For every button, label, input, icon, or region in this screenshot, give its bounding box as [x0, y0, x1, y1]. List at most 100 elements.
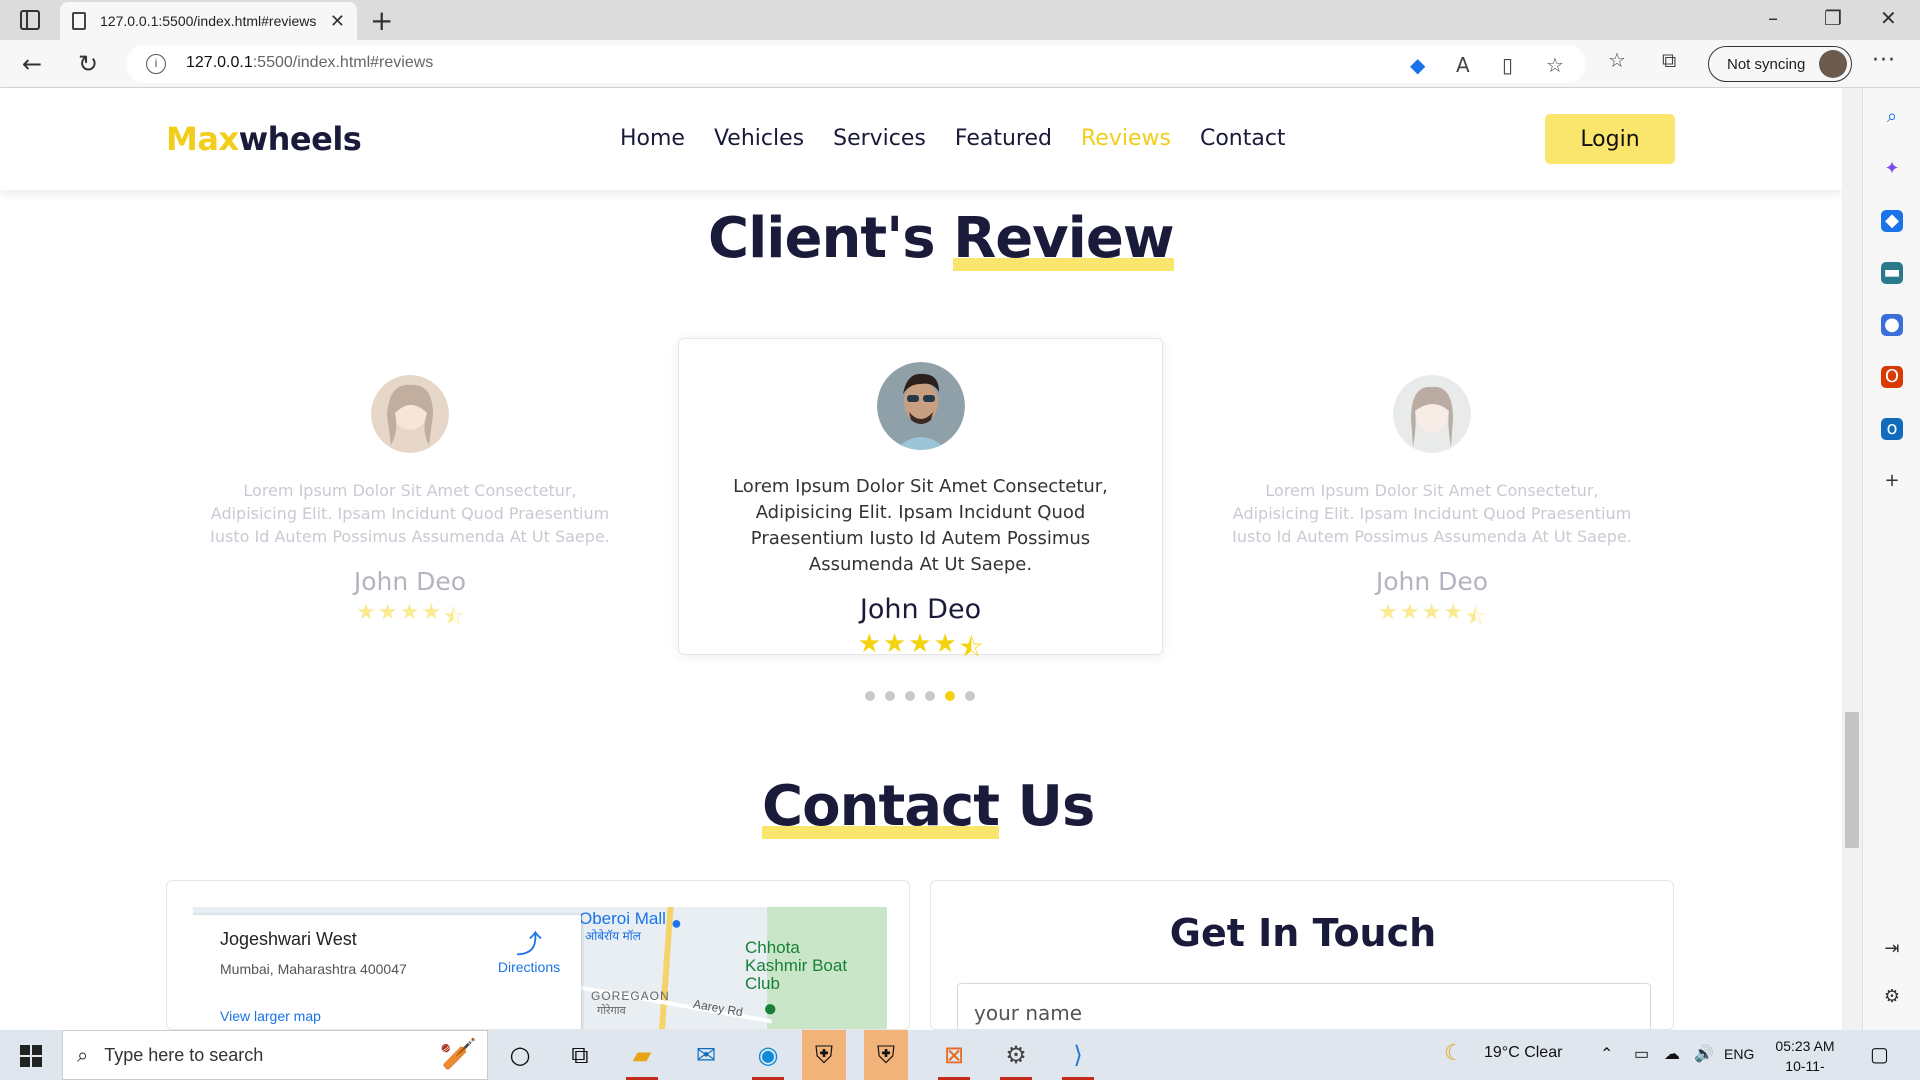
shield-icon[interactable]: ⛨	[864, 1030, 908, 1080]
search-icon[interactable]: ⌕	[1881, 106, 1903, 128]
star-icon: ★	[933, 629, 957, 660]
minimize-icon[interactable]: –	[1768, 6, 1778, 30]
clock-date: 10-11-2022	[1785, 1058, 1825, 1080]
login-button[interactable]: Login	[1545, 114, 1675, 164]
map-poi-mall-local: ओबेरॉय मॉल	[585, 929, 641, 943]
nav-featured[interactable]: Featured	[955, 126, 1052, 151]
refresh-icon[interactable]: ↻	[78, 50, 98, 78]
settings-icon[interactable]: ⚙	[994, 1038, 1038, 1080]
view-larger-map-link[interactable]: View larger map	[220, 1008, 321, 1024]
nav-vehicles[interactable]: Vehicles	[714, 126, 804, 151]
url-field[interactable]: i 127.0.0.1:5500/index.html#reviews ◆ A …	[126, 45, 1586, 83]
woman-avatar	[1393, 375, 1471, 453]
profile-avatar	[1819, 50, 1847, 78]
coupon-tag-icon[interactable]: ◆	[1410, 53, 1425, 77]
shopping-icon[interactable]: ◆	[1881, 210, 1903, 232]
map-pin-icon: ●	[671, 913, 682, 933]
new-tab-icon[interactable]: +	[370, 4, 393, 37]
immersive-reader-icon[interactable]: ▯	[1502, 53, 1513, 77]
browser-tab[interactable]: 127.0.0.1:5500/index.html#reviews ✕	[60, 2, 357, 40]
tray-chevron-icon[interactable]: ⌃	[1600, 1044, 1613, 1064]
taskbar-search[interactable]: ⌕ Type here to search 🏏	[62, 1030, 488, 1080]
carousel-dot[interactable]	[905, 691, 915, 701]
site-logo[interactable]: Maxwheels	[166, 120, 362, 158]
carousel-dot-active[interactable]	[945, 691, 955, 701]
directions-button[interactable]: ⤴ Directions	[489, 929, 569, 975]
weather-text[interactable]: 19°C Clear	[1484, 1044, 1562, 1062]
carousel-dot[interactable]	[965, 691, 975, 701]
hide-sidebar-icon[interactable]: ⇥	[1881, 938, 1903, 960]
main-nav: Home Vehicles Services Featured Reviews …	[620, 126, 1315, 151]
star-icon: ★	[377, 599, 398, 625]
carousel-dot[interactable]	[885, 691, 895, 701]
more-options-icon[interactable]: ···	[1872, 48, 1896, 73]
taskbar-search-placeholder: Type here to search	[104, 1044, 264, 1065]
nav-home[interactable]: Home	[620, 126, 685, 151]
review-text: Lorem Ipsum Dolor Sit Amet Consectetur, …	[210, 481, 610, 547]
onedrive-icon[interactable]: ☁	[1664, 1044, 1680, 1064]
site-header: Maxwheels Home Vehicles Services Feature…	[0, 88, 1842, 190]
carousel-dot[interactable]	[925, 691, 935, 701]
embedded-map[interactable]: Oberoi Mall ओबेरॉय मॉल ● Chhota Kashmir …	[193, 907, 887, 1029]
nav-contact[interactable]: Contact	[1200, 126, 1286, 151]
reviewer-name: John Deo	[859, 594, 982, 626]
weather-icon[interactable]: ☾	[1444, 1040, 1464, 1066]
nav-services[interactable]: Services	[833, 126, 926, 151]
device-icon[interactable]: ▭	[1634, 1044, 1649, 1064]
mail-icon[interactable]: ✉	[684, 1038, 728, 1074]
star-half-icon: ⯪	[1465, 604, 1486, 630]
profile-sync-button[interactable]: Not syncing	[1708, 46, 1852, 82]
directions-label: Directions	[497, 959, 561, 975]
page-scrollbar[interactable]	[1842, 88, 1862, 1030]
star-half-icon: ⯪	[443, 604, 464, 630]
tab-actions-icon[interactable]	[20, 10, 40, 30]
woman-smiling-avatar	[371, 375, 449, 453]
name-input[interactable]	[957, 983, 1651, 1029]
notifications-icon[interactable]: ▢	[1870, 1042, 1889, 1067]
rating-stars: ★ ★ ★ ★ ⯪	[1227, 600, 1637, 638]
tools-icon[interactable]: ▬	[1881, 262, 1903, 284]
file-explorer-icon[interactable]: ▰	[620, 1038, 664, 1080]
windows-start-icon[interactable]	[20, 1045, 42, 1067]
carousel-dot[interactable]	[865, 691, 875, 701]
reviewer-name: John Deo	[353, 566, 467, 596]
xampp-icon[interactable]: ⊠	[932, 1038, 976, 1080]
shield-icon[interactable]: ⛨	[802, 1030, 846, 1080]
cortana-icon[interactable]: ○	[498, 1038, 542, 1074]
star-half-icon: ⯪	[958, 633, 984, 664]
star-icon: ★	[421, 599, 442, 625]
sync-label: Not syncing	[1727, 55, 1806, 73]
read-aloud-icon[interactable]: A	[1456, 53, 1470, 77]
add-favorite-icon[interactable]: ☆	[1546, 53, 1564, 77]
system-clock[interactable]: 05:23 AM 10-11-2022	[1770, 1036, 1840, 1080]
add-icon[interactable]: +	[1881, 470, 1903, 492]
page-scrollbar-thumb[interactable]	[1845, 712, 1859, 848]
address-bar-row: ← ↻ i 127.0.0.1:5500/index.html#reviews …	[0, 40, 1920, 88]
directions-icon: ⤴	[515, 929, 542, 959]
contact-title: Contact Us	[762, 774, 1095, 839]
task-view-icon[interactable]: ⧉	[558, 1038, 602, 1074]
discover-icon[interactable]: ✦	[1881, 158, 1903, 180]
settings-icon[interactable]: ⚙	[1881, 986, 1903, 1008]
collections-icon[interactable]: ⧉	[1662, 48, 1676, 72]
nav-reviews[interactable]: Reviews	[1081, 126, 1171, 151]
get-in-touch-title: Get In Touch	[1169, 911, 1437, 955]
rating-stars: ★ ★ ★ ★ ⯪	[205, 600, 615, 638]
outlook-icon[interactable]: o	[1881, 418, 1903, 440]
edge-browser-icon[interactable]: ◉	[746, 1038, 790, 1080]
close-window-icon[interactable]: ✕	[1880, 6, 1897, 30]
games-icon[interactable]: ●	[1881, 314, 1903, 336]
favorites-icon[interactable]: ☆	[1608, 48, 1626, 72]
review-right: Lorem Ipsum Dolor Sit Amet Consectetur, …	[1227, 375, 1637, 638]
vscode-icon[interactable]: ⟩	[1056, 1038, 1100, 1080]
office-icon[interactable]: O	[1881, 366, 1903, 388]
clock-time: 05:23 AM	[1775, 1038, 1835, 1054]
language-indicator[interactable]: ENG	[1724, 1046, 1754, 1062]
site-info-icon[interactable]: i	[146, 54, 166, 74]
volume-icon[interactable]: 🔊	[1694, 1044, 1714, 1064]
url-text: 127.0.0.1:5500/index.html#reviews	[186, 54, 434, 71]
close-tab-icon[interactable]: ✕	[330, 11, 345, 32]
map-area-goregaon-local: गोरेगाव	[597, 1005, 626, 1017]
back-icon[interactable]: ←	[22, 50, 42, 78]
restore-icon[interactable]: ❐	[1824, 6, 1842, 30]
